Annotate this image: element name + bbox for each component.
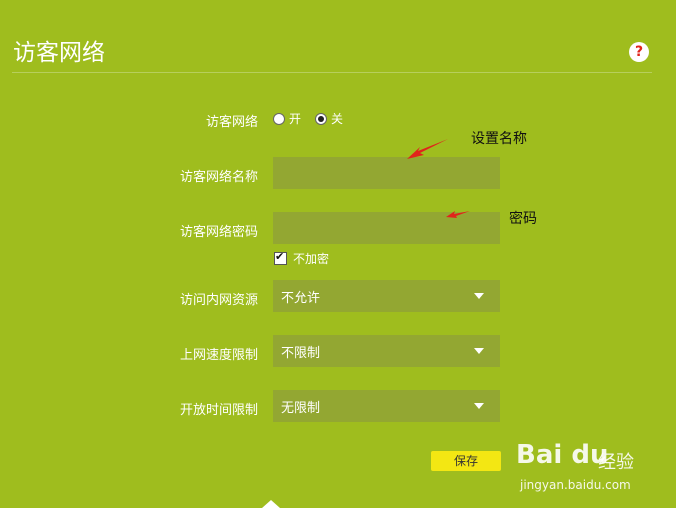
radio-on-label[interactable]: 开 xyxy=(289,110,301,127)
page-title: 访客网络 xyxy=(13,40,105,66)
red-arrow-icon xyxy=(407,139,448,159)
password-annotation: 密码 xyxy=(509,211,537,227)
radio-off[interactable] xyxy=(315,112,328,125)
radio-off-label[interactable]: 关 xyxy=(331,110,343,127)
guest-network-label: 访客网络 xyxy=(205,115,258,130)
intranet-access-value: 不允许 xyxy=(281,290,321,306)
save-button[interactable]: 保存 xyxy=(431,451,501,471)
title-divider xyxy=(12,72,652,73)
open-time-label: 开放时间限制 xyxy=(179,403,258,418)
no-encryption-label[interactable]: 不加密 xyxy=(293,250,329,267)
caret-down-icon xyxy=(474,293,484,299)
no-encryption-row: 不加密 xyxy=(274,250,329,267)
speed-limit-label: 上网速度限制 xyxy=(179,348,258,363)
caret-down-icon xyxy=(474,348,484,354)
speed-limit-value: 不限制 xyxy=(281,345,321,361)
open-time-value: 无限制 xyxy=(281,400,321,416)
name-annotation: 设置名称 xyxy=(471,131,527,147)
baidu-logo: Bai du xyxy=(516,440,609,470)
baidu-jingyan-watermark: Bai du 经验 jingyan.baidu.com xyxy=(516,438,656,498)
intranet-access-label: 访问内网资源 xyxy=(179,293,258,308)
guest-password-label: 访客网络密码 xyxy=(179,225,258,240)
guest-name-label: 访客网络名称 xyxy=(179,170,258,185)
guest-network-radio-group: 开 关 xyxy=(273,110,357,127)
open-time-select[interactable]: 无限制 xyxy=(273,390,500,422)
caret-down-icon xyxy=(474,403,484,409)
intranet-access-select[interactable]: 不允许 xyxy=(273,280,500,312)
no-encryption-checkbox[interactable] xyxy=(274,250,287,265)
speed-limit-select[interactable]: 不限制 xyxy=(273,335,500,367)
jingyan-brand: 经验 xyxy=(598,452,634,473)
bottom-notch xyxy=(262,500,280,508)
help-icon[interactable]: ? xyxy=(629,42,649,62)
red-arrow-icon xyxy=(446,211,470,218)
guest-name-input[interactable] xyxy=(273,157,500,189)
radio-on[interactable] xyxy=(273,112,285,125)
watermark-url: jingyan.baidu.com xyxy=(520,478,631,492)
